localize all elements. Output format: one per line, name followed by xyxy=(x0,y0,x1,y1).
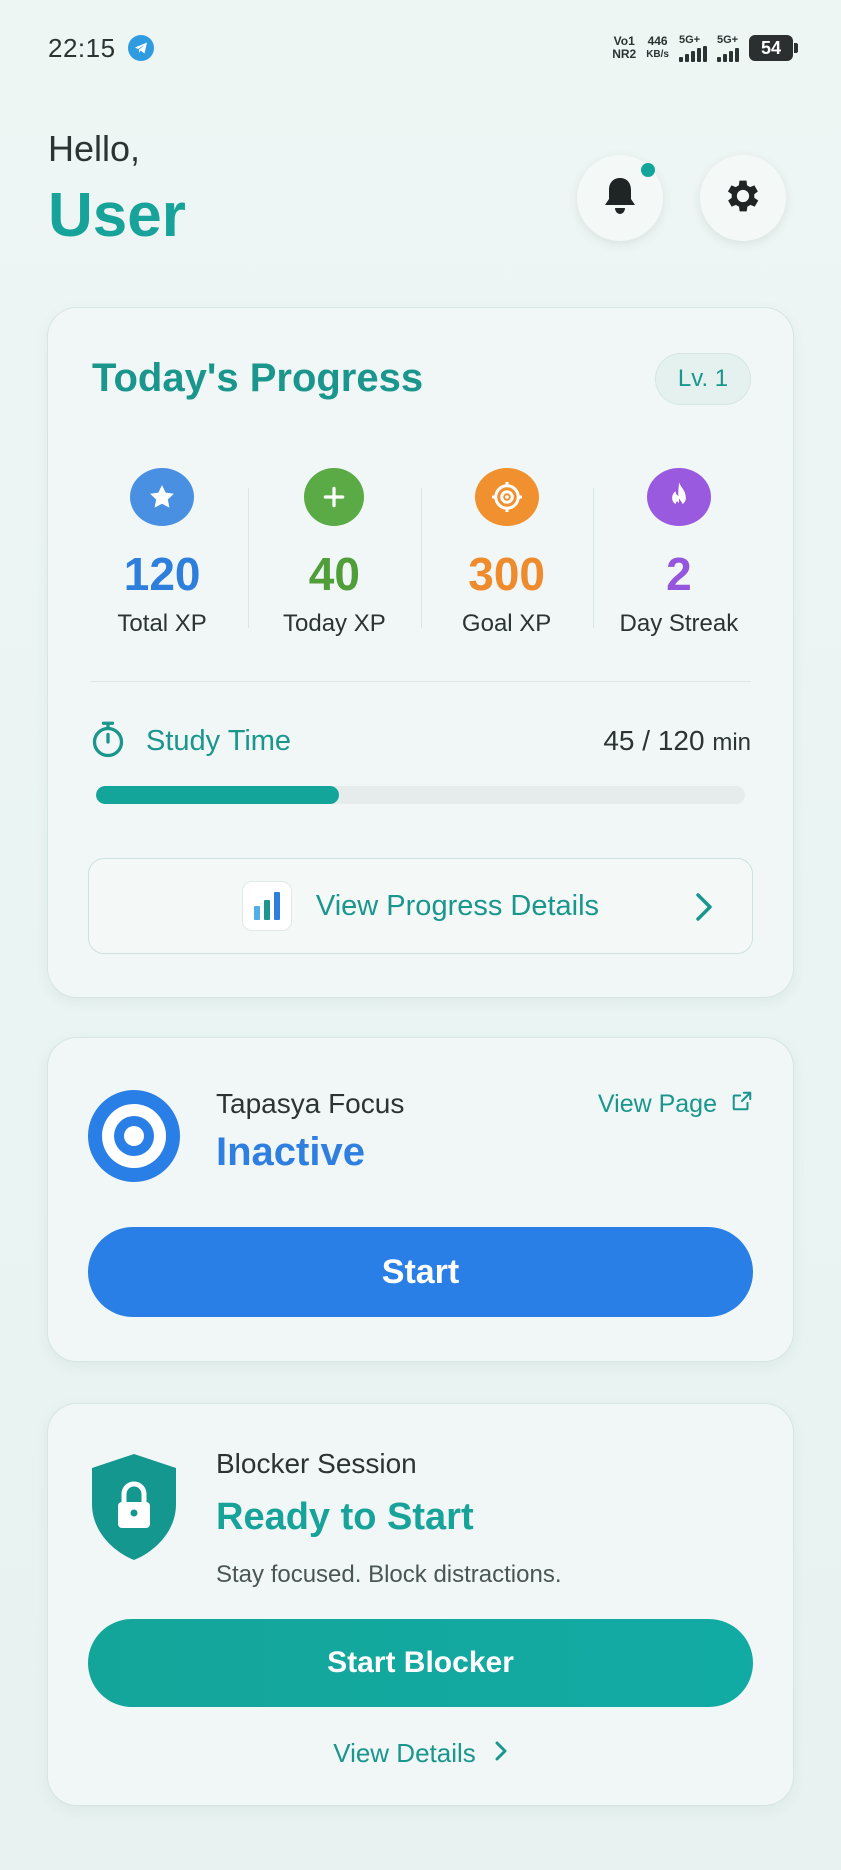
blocker-status: Ready to Start xyxy=(216,1496,474,1538)
stat-value: 300 xyxy=(468,548,545,600)
level-badge: Lv. 1 xyxy=(655,353,751,405)
chevron-right-icon xyxy=(494,1738,508,1769)
target-icon xyxy=(474,468,539,526)
stat-value: 120 xyxy=(123,548,201,600)
signal-icon-sim1: 5G+ xyxy=(679,34,707,62)
view-details-link[interactable]: View Details xyxy=(48,1738,793,1769)
external-link-icon xyxy=(731,1090,753,1119)
bar-chart-icon xyxy=(241,881,292,931)
blocker-card: Blocker Session Ready to Start Stay focu… xyxy=(47,1403,794,1806)
stat-goal-xp: 300 Goal XP xyxy=(420,468,593,638)
focus-card: Tapasya Focus Inactive View Page Start xyxy=(47,1037,794,1362)
network-speed: 446 KB/s xyxy=(646,34,669,61)
study-progress-fill xyxy=(96,786,340,804)
view-details-label: View Details xyxy=(333,1738,476,1768)
telegram-icon xyxy=(127,35,154,61)
status-bar: 22:15 Vo1 NR2 446 KB/s 5G+ 5G+ 54 xyxy=(48,30,798,66)
username: User xyxy=(48,181,186,250)
study-progress-bar xyxy=(96,786,745,804)
status-time: 22:15 xyxy=(48,32,116,63)
stats-row: 120 Total XP 40 Today XP 300 Goal XP 2 D… xyxy=(76,468,765,638)
focus-target-icon xyxy=(88,1090,180,1182)
view-progress-details-button[interactable]: View Progress Details xyxy=(88,858,753,954)
stat-today-xp: 40 Today XP xyxy=(248,468,420,638)
blocker-description: Stay focused. Block distractions. xyxy=(216,1561,562,1588)
greeting: Hello, xyxy=(48,128,141,169)
volte-indicator: Vo1 NR2 xyxy=(612,34,637,61)
progress-title: Today's Progress xyxy=(92,356,424,400)
shield-lock-icon xyxy=(88,1452,180,1562)
flame-icon xyxy=(646,468,711,526)
notification-dot xyxy=(641,163,655,177)
progress-card: Today's Progress Lv. 1 120 Total XP 40 T… xyxy=(47,307,794,998)
stopwatch-icon xyxy=(90,719,126,764)
start-focus-button[interactable]: Start xyxy=(88,1227,753,1317)
stat-total-xp: 120 Total XP xyxy=(76,468,248,638)
stat-value: 40 xyxy=(308,548,360,600)
battery-level: 54 xyxy=(760,37,782,58)
study-time-label: Study Time xyxy=(146,724,292,757)
notifications-button[interactable] xyxy=(577,155,663,241)
study-time-value: 45 / 120 min xyxy=(603,725,751,756)
signal-icon-sim2: 5G+ xyxy=(717,34,739,62)
view-page-link[interactable]: View Page xyxy=(598,1090,753,1119)
blocker-subtitle: Blocker Session xyxy=(216,1448,417,1479)
stat-value: 2 xyxy=(666,548,692,600)
stat-label: Total XP xyxy=(117,610,207,637)
stat-label: Goal XP xyxy=(461,610,552,637)
view-progress-details-label: View Progress Details xyxy=(315,889,600,922)
settings-button[interactable] xyxy=(700,155,786,241)
stat-label: Today XP xyxy=(283,610,386,637)
study-time-row: Study Time 45 / 120 min xyxy=(90,720,751,762)
star-icon xyxy=(130,468,195,526)
chevron-right-icon xyxy=(694,891,714,928)
start-blocker-button[interactable]: Start Blocker xyxy=(88,1619,753,1707)
plus-icon xyxy=(304,468,365,526)
bell-icon xyxy=(600,175,640,222)
stat-label: Day Streak xyxy=(619,610,739,637)
gear-icon xyxy=(722,175,764,222)
stat-day-streak: 2 Day Streak xyxy=(592,468,765,638)
view-page-label: View Page xyxy=(597,1090,717,1118)
battery-icon: 54 xyxy=(749,35,798,61)
divider xyxy=(90,681,751,682)
focus-subtitle: Tapasya Focus xyxy=(216,1088,405,1119)
focus-status: Inactive xyxy=(216,1130,365,1174)
